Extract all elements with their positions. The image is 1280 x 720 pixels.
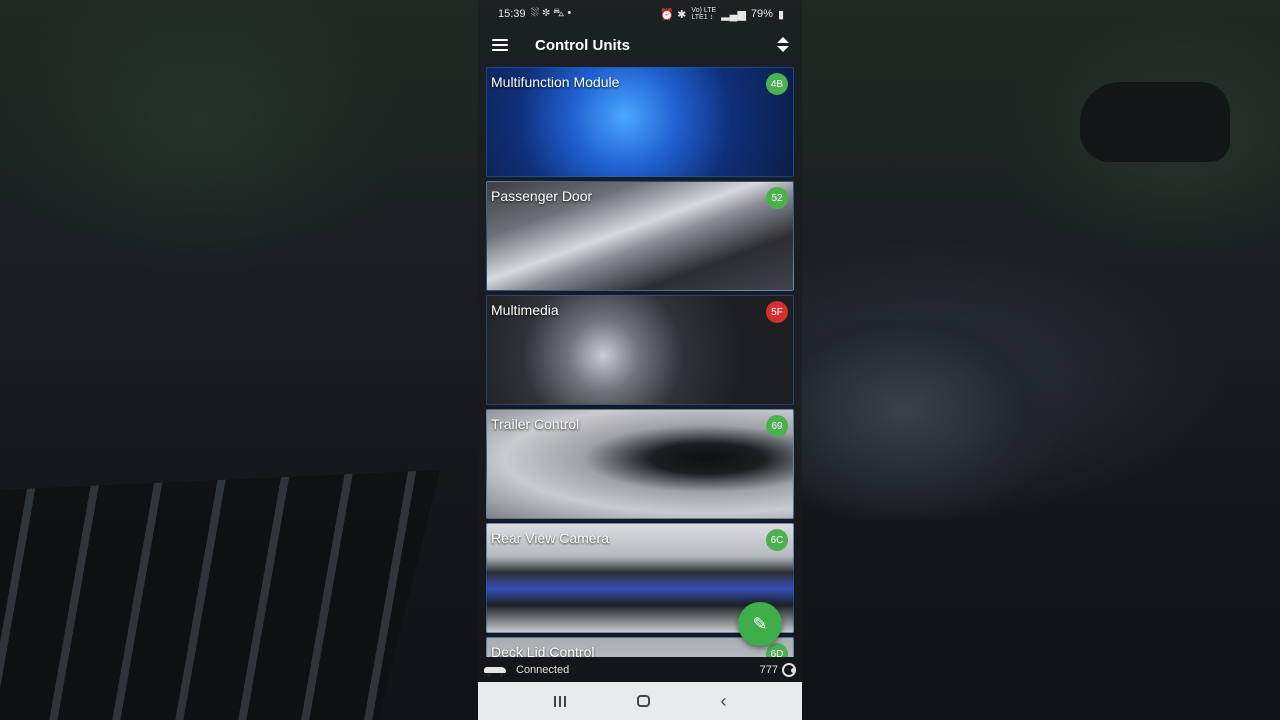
back-icon[interactable]: ‹ [721,692,727,710]
refresh-icon[interactable] [782,663,796,677]
status-left: 15:39 ⛆ ✽ ⛍ • [498,7,571,21]
control-unit-card[interactable]: Passenger Door 52 [486,181,794,291]
status-right: ⏰ ✱ Vo) LTE LTE1 ↕ ▂▄▆ 79% ▮ [660,7,784,21]
battery-icon: ▮ [777,8,784,21]
control-unit-address-badge: 6C [766,529,788,551]
unit-count: 777 [759,664,778,676]
control-unit-list: Multifunction Module 4B Passenger Door 52 Mu… [486,67,794,657]
control-unit-address-badge: 6D [766,643,788,657]
android-nav-bar: ‹ [478,682,802,720]
control-unit-name: Multimedia [491,302,559,318]
control-unit-address-badge: 69 [766,415,788,437]
control-unit-card[interactable]: Multimedia 5F [486,295,794,405]
control-unit-name: Rear View Camera [491,530,610,546]
control-unit-card[interactable]: Multifunction Module 4B [486,67,794,177]
car-headlight [800,320,1060,520]
control-unit-address-badge: 52 [766,187,788,209]
alarm-bluetooth-icons: ⏰ ✱ [660,8,687,21]
car-icon [484,665,506,677]
control-unit-card[interactable]: Trailer Control 69 [486,409,794,519]
app-bar: Control Units [478,28,802,62]
home-icon[interactable] [636,695,650,707]
car-grille [0,470,440,720]
car-mirror [1080,82,1230,162]
menu-icon[interactable] [492,39,508,51]
sort-icon[interactable] [776,37,790,53]
control-unit-name: Multifunction Module [491,74,620,90]
signal-icon: ▂▄▆ [721,8,746,21]
control-unit-name: Deck Lid Control [491,644,595,657]
control-unit-name: Trailer Control [491,416,580,432]
phone-screen: 15:39 ⛆ ✽ ⛍ • ⏰ ✱ Vo) LTE LTE1 ↕ ▂▄▆ 79%… [478,0,802,720]
connection-status-bar: Connected 777 [478,658,802,682]
edit-pencil-icon: ✎ [752,613,768,634]
notification-icons: ⛆ ✽ ⛍ • [530,7,572,19]
control-unit-address-badge: 5F [766,301,788,323]
status-bar: 15:39 ⛆ ✽ ⛍ • ⏰ ✱ Vo) LTE LTE1 ↕ ▂▄▆ 79%… [478,0,802,28]
recent-apps-icon[interactable] [553,695,566,707]
edit-fab-button[interactable]: ✎ [738,602,782,646]
page-title: Control Units [535,36,630,54]
network-icon: Vo) LTE LTE1 ↕ [691,7,717,21]
control-unit-name: Passenger Door [491,188,593,204]
battery-level: 79% [750,8,773,20]
control-unit-address-badge: 4B [766,73,788,95]
clock: 15:39 [498,8,526,20]
connection-status: Connected [516,664,570,676]
